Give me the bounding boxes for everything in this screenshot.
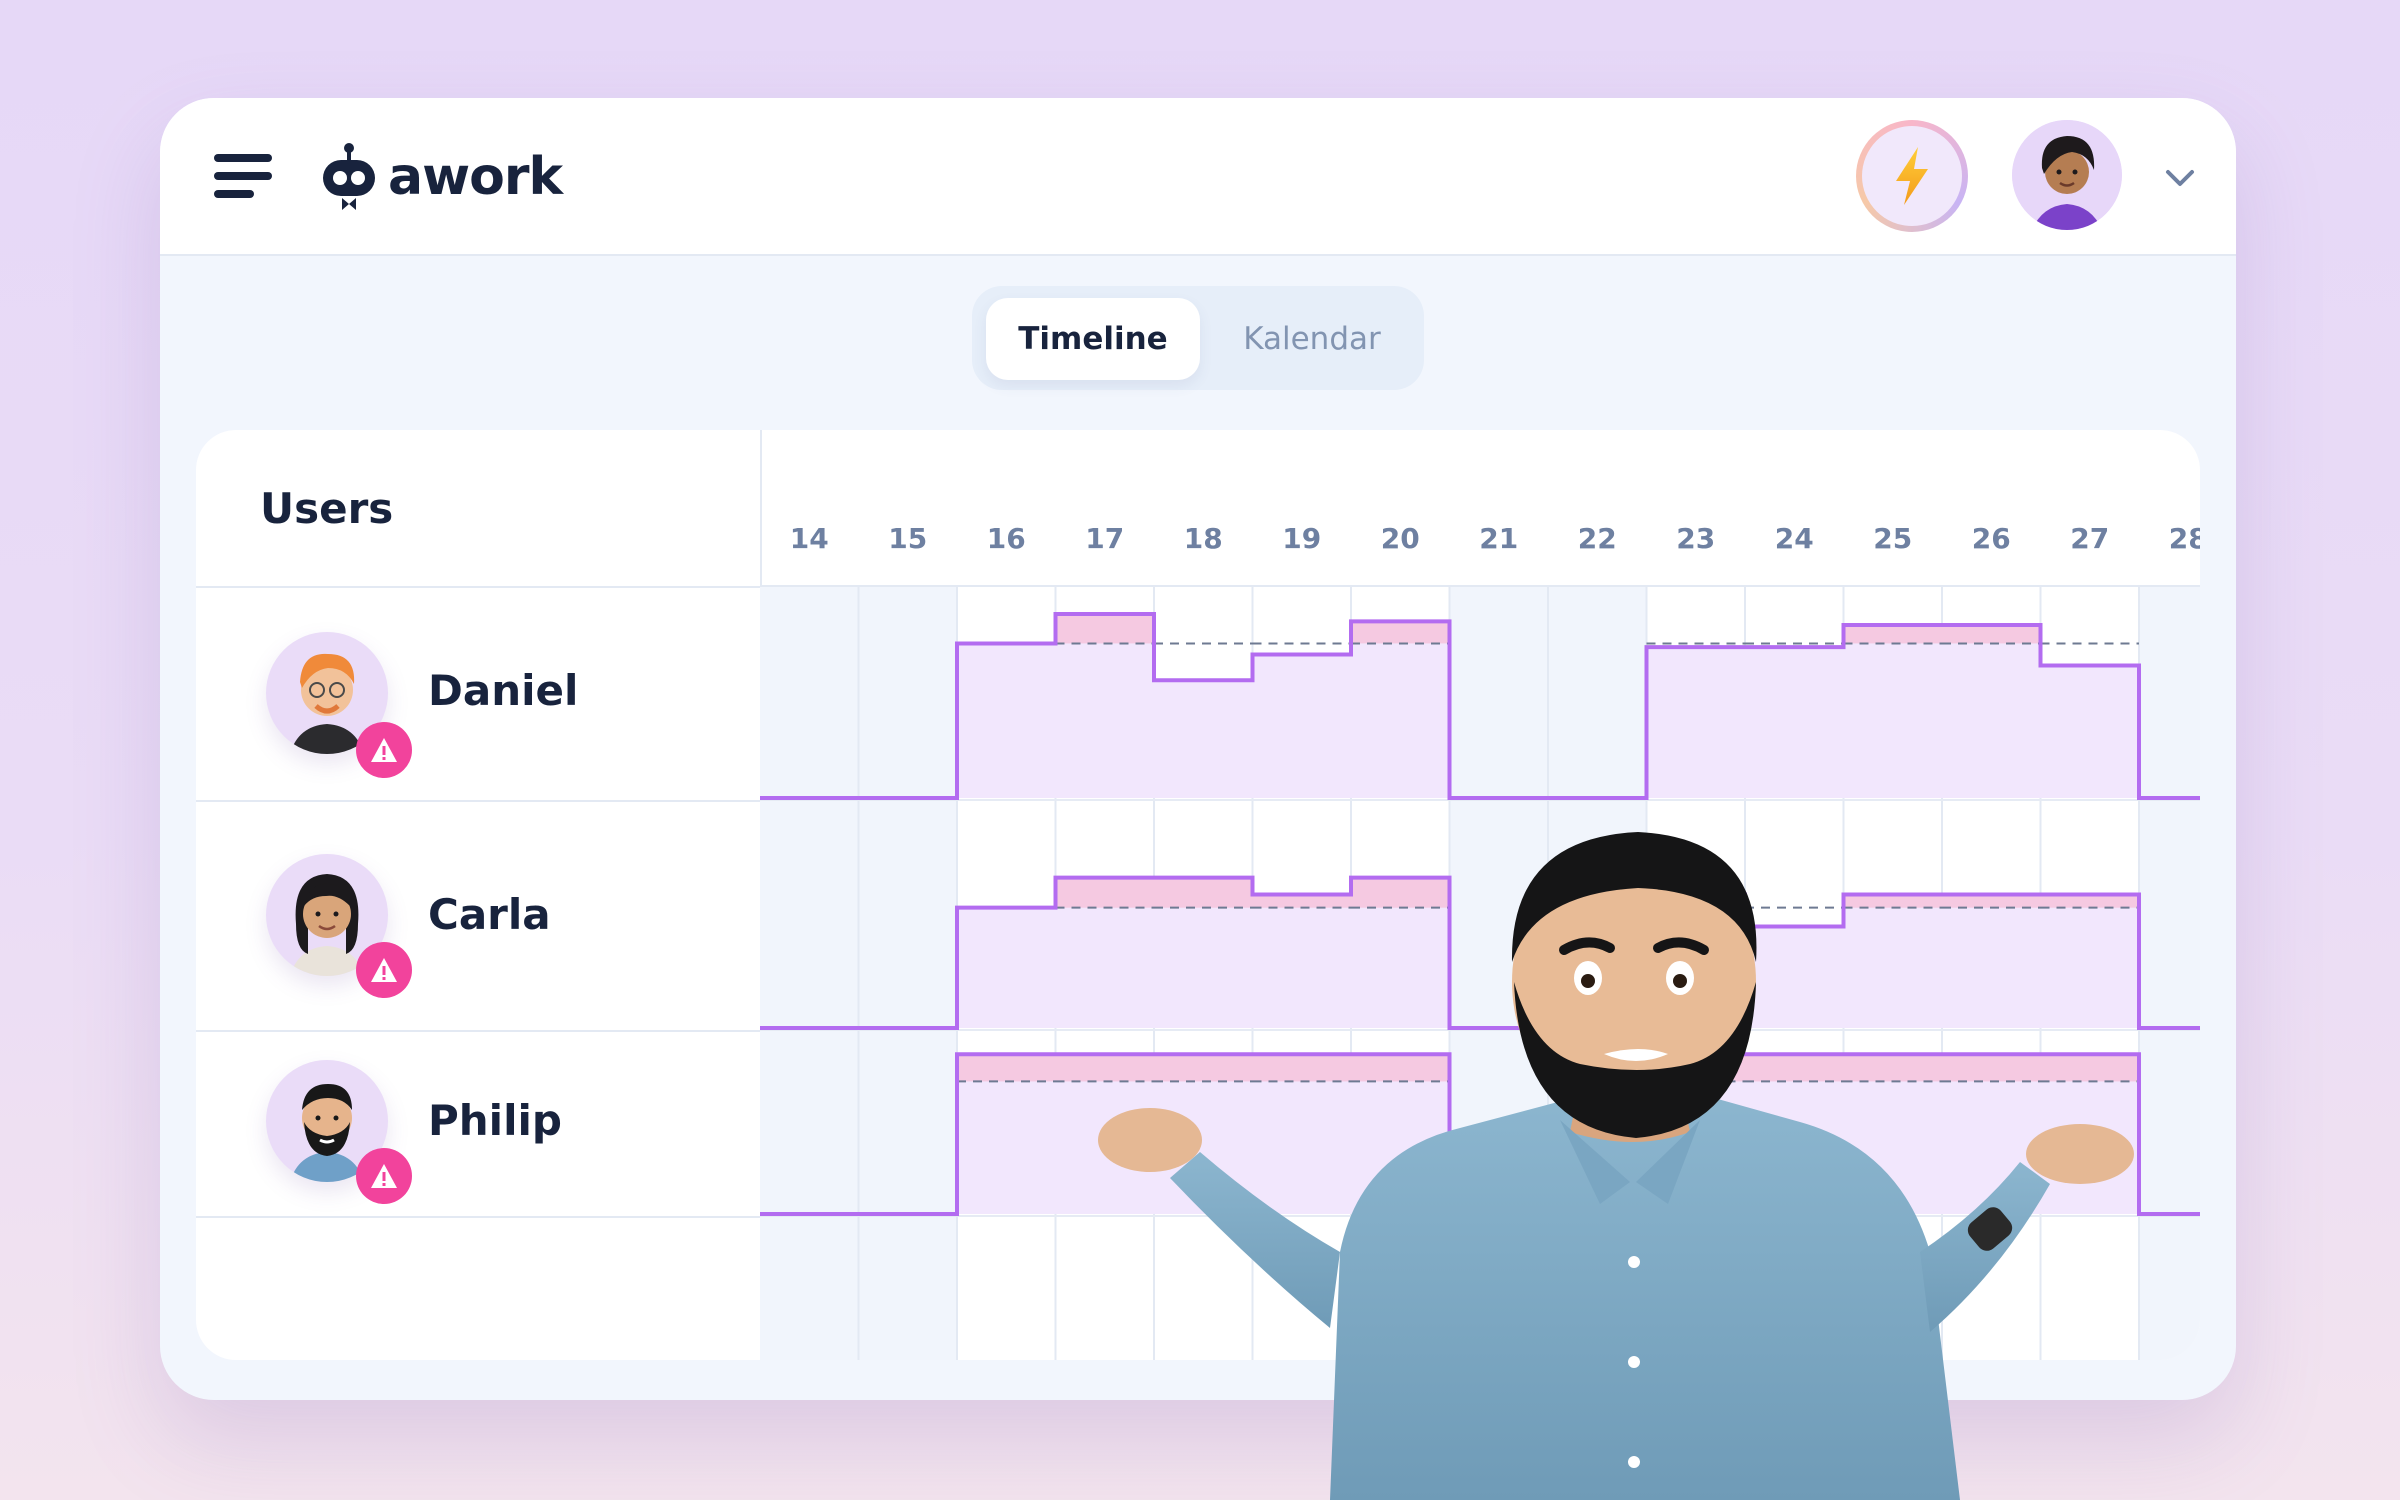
overload-bar [1055, 614, 1154, 644]
day-label: 22 [1577, 522, 1617, 555]
warning-triangle-icon [371, 738, 397, 762]
workload-bar [957, 643, 1056, 798]
user-row-daniel[interactable]: Daniel [196, 586, 760, 802]
app-logo[interactable]: awork [320, 142, 563, 212]
user-name: Philip [428, 1096, 562, 1145]
warning-badge[interactable] [356, 1148, 412, 1204]
workload-bar [1252, 654, 1351, 798]
user-row-philip[interactable]: Philip [196, 1030, 760, 1218]
overload-bar [1843, 625, 1942, 644]
day-label: 26 [1971, 522, 2011, 555]
workload-bar [1646, 647, 1745, 798]
tab-kalendar[interactable]: Kalendar [1212, 298, 1412, 380]
day-label: 16 [986, 522, 1026, 555]
tab-timeline[interactable]: Timeline [986, 298, 1200, 380]
workload-bar [2040, 665, 2139, 798]
day-label: 27 [2070, 522, 2110, 555]
day-label: 28 [2168, 522, 2200, 555]
top-bar: awork [160, 98, 2236, 256]
hamburger-menu-icon[interactable] [214, 154, 272, 198]
day-label: 14 [789, 522, 829, 555]
account-avatar[interactable] [2012, 120, 2122, 230]
user-name: Carla [428, 890, 551, 939]
robot-logo-icon [323, 143, 375, 210]
warning-triangle-icon [371, 958, 397, 982]
user-row-carla[interactable]: Carla [196, 800, 760, 1032]
user-name: Daniel [428, 666, 579, 715]
workload-bar [1942, 625, 2041, 798]
weekend-column [858, 587, 957, 1360]
logo-text: awork [388, 147, 563, 207]
account-avatar-illustration [2012, 120, 2122, 230]
day-label: 19 [1282, 522, 1322, 555]
lightning-icon [1896, 147, 1928, 205]
users-title: Users [260, 484, 394, 533]
day-label: 15 [888, 522, 928, 555]
day-label: 18 [1183, 522, 1223, 555]
workload-bar [1351, 621, 1450, 798]
day-label: 21 [1479, 522, 1519, 555]
workload-bar [1745, 647, 1844, 798]
warning-badge[interactable] [356, 942, 412, 998]
weekend-column [760, 587, 859, 1360]
boost-button[interactable] [1856, 120, 1968, 232]
overload-bar [1351, 621, 1450, 644]
day-label: 17 [1085, 522, 1125, 555]
presenter-illustration [1098, 832, 2134, 1500]
grid-header-divider [760, 585, 2200, 587]
day-label: 23 [1676, 522, 1716, 555]
chevron-down-icon[interactable] [2160, 158, 2200, 198]
warning-badge[interactable] [356, 722, 412, 778]
day-label: 20 [1380, 522, 1420, 555]
workload-bar [1154, 680, 1253, 798]
day-label: 24 [1774, 522, 1814, 555]
workload-bar [1843, 625, 1942, 798]
day-label: 25 [1873, 522, 1913, 555]
overload-bar [1942, 625, 2041, 644]
warning-triangle-icon [371, 1164, 397, 1188]
view-toggle: Timeline Kalendar [972, 286, 1424, 390]
users-header: Users [196, 430, 760, 588]
